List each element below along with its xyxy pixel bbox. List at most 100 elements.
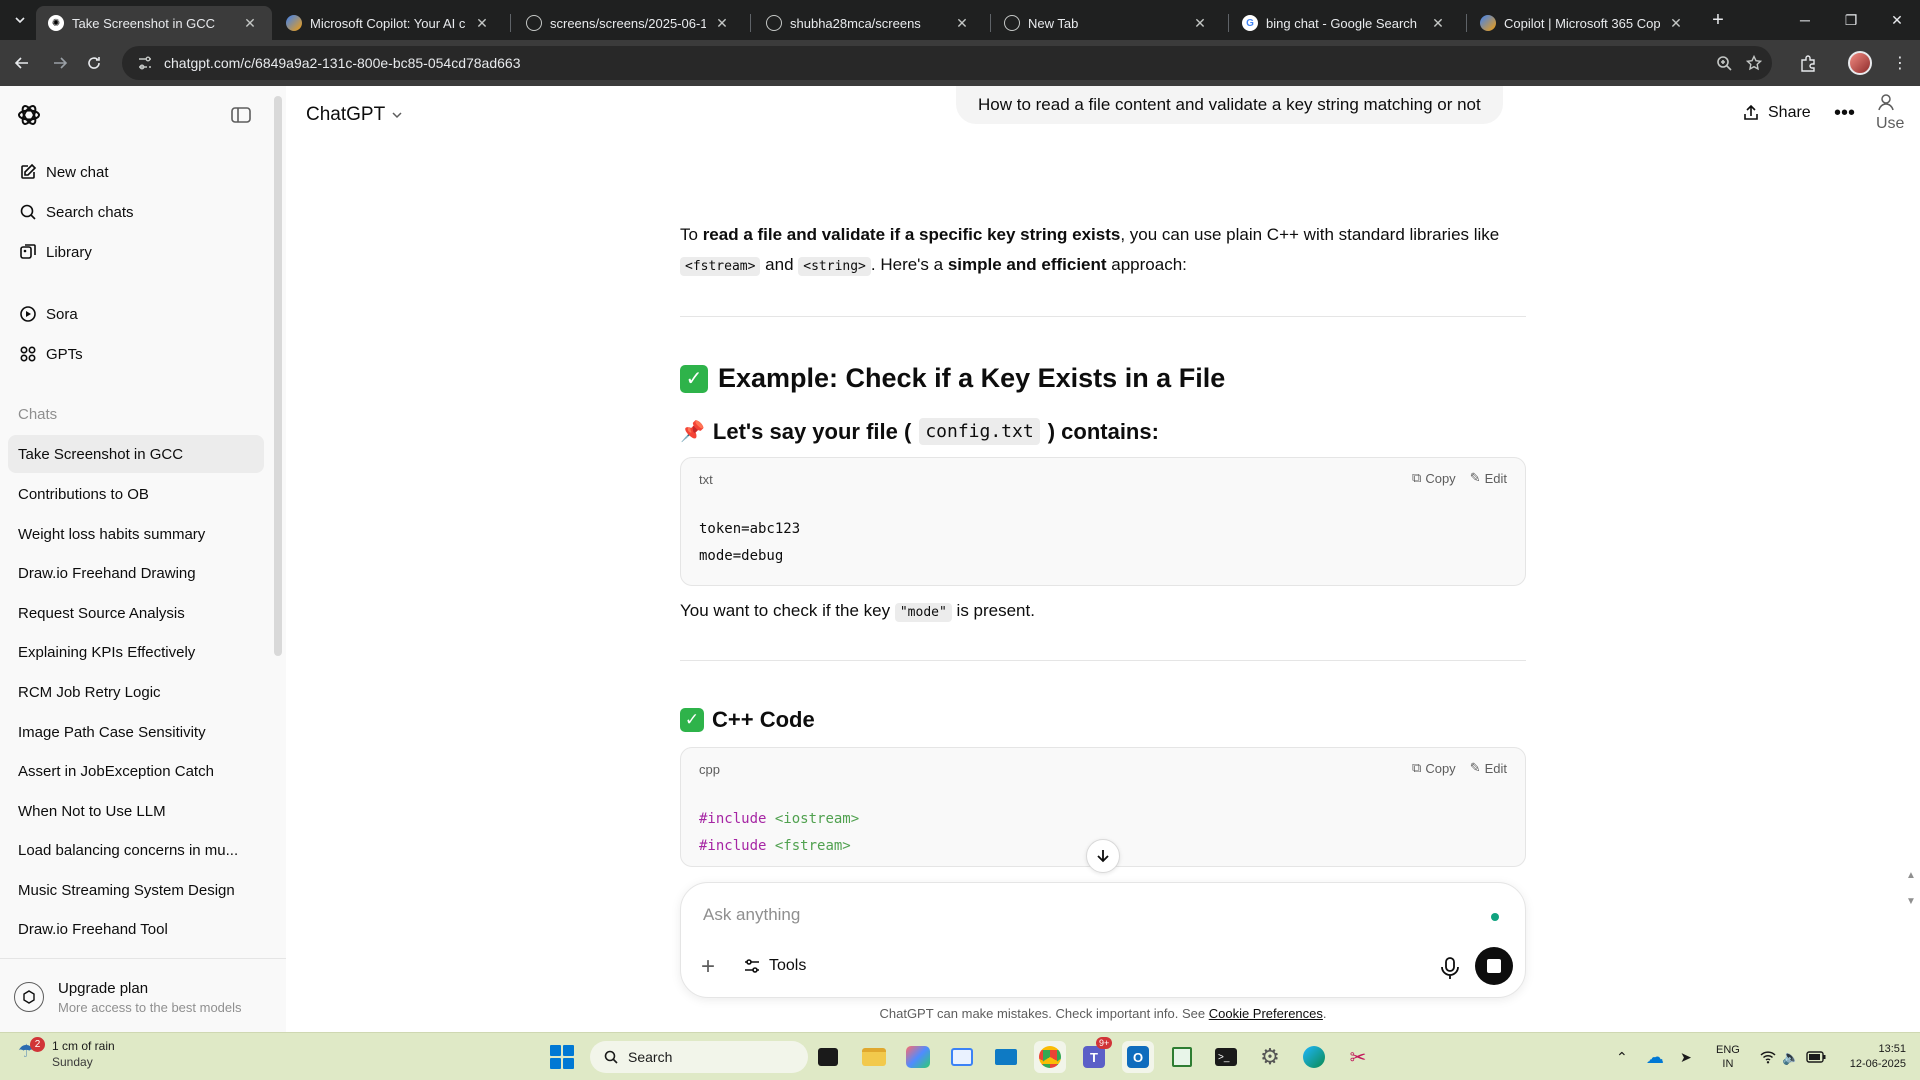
monitor-icon[interactable] <box>990 1041 1022 1073</box>
sidebar-item-sora[interactable]: Sora <box>8 296 264 332</box>
volume-icon[interactable]: 🔈 <box>1782 1033 1799 1080</box>
tab-search-button[interactable] <box>8 8 32 32</box>
terminal-icon[interactable]: >_ <box>1210 1041 1242 1073</box>
edge-icon[interactable] <box>1298 1041 1330 1073</box>
edit-button[interactable]: ✎ Edit <box>1470 470 1507 486</box>
teams-icon[interactable]: T 9+ <box>1078 1037 1113 1073</box>
avatar-text: Use <box>1876 115 1905 132</box>
browser-tab[interactable]: ✺ Take Screenshot in GCC ✕ <box>36 6 272 40</box>
location-icon[interactable]: ➤ <box>1680 1033 1692 1080</box>
close-tab-icon[interactable]: ✕ <box>714 15 730 31</box>
system-clock[interactable]: 13:51 12-06-2025 <box>1842 1042 1906 1072</box>
weather-day: Sunday <box>52 1055 93 1069</box>
browser-tab[interactable]: New Tab ✕ <box>992 6 1222 40</box>
file-explorer-icon[interactable] <box>858 1041 890 1073</box>
browser-tab[interactable]: G bing chat - Google Search ✕ <box>1230 6 1460 40</box>
onedrive-icon[interactable]: ☁ <box>1646 1033 1664 1080</box>
stop-generating-button[interactable] <box>1475 947 1513 985</box>
page-scroll-down-icon[interactable]: ▼ <box>1906 896 1916 907</box>
language-indicator[interactable]: ENG IN <box>1716 1043 1740 1071</box>
restore-button[interactable]: ❐ <box>1828 0 1874 40</box>
back-button[interactable] <box>8 49 36 77</box>
edit-button[interactable]: ✎ Edit <box>1470 760 1507 776</box>
wifi-icon[interactable] <box>1760 1033 1776 1080</box>
share-button[interactable]: Share <box>1742 104 1811 122</box>
chat-history-item[interactable]: Request Source Analysis <box>8 594 264 632</box>
sidebar-item-gpts[interactable]: GPTs <box>8 336 264 372</box>
chat-history-item[interactable]: Contributions to OB <box>8 475 264 513</box>
sidebar-item-new-chat[interactable]: New chat <box>8 154 264 190</box>
browser-tab[interactable]: Microsoft Copilot: Your AI comp ✕ <box>274 6 504 40</box>
snipping-tool-icon[interactable]: ✂ <box>1342 1041 1374 1073</box>
prompt-input[interactable]: Ask anything <box>703 905 800 925</box>
browser-tab[interactable]: Copilot | Microsoft 365 Copilot ✕ <box>1468 6 1698 40</box>
copy-button[interactable]: ⧉ Copy <box>1412 470 1456 486</box>
close-tab-icon[interactable]: ✕ <box>242 15 258 31</box>
microphone-icon[interactable] <box>1437 955 1463 981</box>
chat-history-item[interactable]: Music Streaming System Design <box>8 871 264 909</box>
user-message-text: How to read a file content and validate … <box>978 95 1481 114</box>
chat-history-item[interactable]: Load balancing concerns in mu... <box>8 831 264 869</box>
chat-history-item[interactable]: RCM Job Retry Logic <box>8 673 264 711</box>
chat-history-item[interactable]: Take Screenshot in GCC <box>8 435 264 473</box>
forward-button[interactable] <box>46 49 74 77</box>
sidebar-scrollbar[interactable] <box>274 96 282 656</box>
chat-history-item[interactable]: When Not to Use LLM <box>8 792 264 830</box>
show-hidden-icons[interactable]: ⌃ <box>1616 1033 1628 1080</box>
share-icon <box>1744 104 1758 120</box>
sidebar-item-search-chats[interactable]: Search chats <box>8 194 264 230</box>
settings-gear-icon[interactable]: ⚙ <box>1254 1041 1286 1073</box>
bookmark-star-icon[interactable] <box>1740 46 1768 80</box>
chat-history-item[interactable]: Image Path Case Sensitivity <box>8 713 264 751</box>
model-selector[interactable]: ChatGPT <box>306 104 403 126</box>
chart-app-icon[interactable] <box>1166 1041 1198 1073</box>
close-tab-icon[interactable]: ✕ <box>1192 15 1208 31</box>
close-window-button[interactable]: ✕ <box>1874 0 1920 40</box>
url-text: chatgpt.com/c/6849a9a2-131c-800e-bc85-05… <box>164 55 521 71</box>
chat-history-item[interactable]: Weight loss habits summary <box>8 515 264 553</box>
browser-tab[interactable]: shubha28mca/screens ✕ <box>754 6 984 40</box>
profile-avatar[interactable] <box>1848 51 1872 75</box>
chat-history-item[interactable]: Explaining KPIs Effectively <box>8 633 264 671</box>
extensions-icon[interactable] <box>1794 49 1822 77</box>
chrome-icon[interactable] <box>1034 1041 1066 1073</box>
tab-title: screens/screens/2025-06-12_0! <box>550 15 706 31</box>
chat-history-item[interactable]: Draw.io Freehand Tool <box>8 910 264 948</box>
taskbar-search[interactable]: Search <box>590 1041 808 1073</box>
close-tab-icon[interactable]: ✕ <box>954 15 970 31</box>
battery-icon[interactable] <box>1806 1033 1826 1080</box>
copy-button[interactable]: ⧉ Copy <box>1412 760 1456 776</box>
close-tab-icon[interactable]: ✕ <box>474 15 490 31</box>
sidebar-item-label: Sora <box>46 305 78 323</box>
sidebar-item-library[interactable]: Library <box>8 234 264 270</box>
reload-button[interactable] <box>80 49 108 77</box>
tools-button[interactable]: Tools <box>743 957 806 975</box>
chat-history-item[interactable]: Assert in JobException Catch <box>8 752 264 790</box>
task-view-icon[interactable] <box>812 1041 844 1073</box>
browser-menu-icon[interactable]: ⋮ <box>1886 49 1914 77</box>
add-attachment-icon[interactable]: + <box>701 953 715 981</box>
close-tab-icon[interactable]: ✕ <box>1668 15 1684 31</box>
weather-widget[interactable]: ☂ 2 1 cm of rain Sunday <box>18 1037 115 1069</box>
browser-window-icon[interactable] <box>946 1041 978 1073</box>
chat-history-item[interactable]: Draw.io Freehand Drawing <box>8 554 264 592</box>
minimize-button[interactable]: ─ <box>1782 0 1828 40</box>
section-divider <box>680 316 1526 317</box>
user-avatar[interactable]: Use <box>1876 92 1920 138</box>
page-scroll-up-icon[interactable]: ▲ <box>1906 870 1916 881</box>
upgrade-plan-button[interactable]: Upgrade plan More access to the best mod… <box>14 972 274 1022</box>
address-bar[interactable]: chatgpt.com/c/6849a9a2-131c-800e-bc85-05… <box>122 46 1772 80</box>
more-options-icon[interactable]: ••• <box>1834 102 1855 125</box>
new-tab-button[interactable]: + <box>1706 8 1730 32</box>
teams-meeting-icon[interactable] <box>902 1041 934 1073</box>
sidebar-toggle-icon[interactable] <box>230 104 252 126</box>
outlook-icon[interactable]: O <box>1122 1041 1154 1073</box>
chevron-down-icon <box>15 17 25 24</box>
scroll-to-bottom-button[interactable] <box>1086 839 1120 873</box>
browser-tab[interactable]: screens/screens/2025-06-12_0! ✕ <box>514 6 744 40</box>
openai-logo-icon[interactable] <box>16 102 42 128</box>
windows-start-icon[interactable] <box>550 1045 574 1069</box>
close-tab-icon[interactable]: ✕ <box>1430 15 1446 31</box>
cookie-preferences-link[interactable]: Cookie Preferences <box>1209 1006 1323 1021</box>
zoom-icon[interactable] <box>1710 46 1738 80</box>
